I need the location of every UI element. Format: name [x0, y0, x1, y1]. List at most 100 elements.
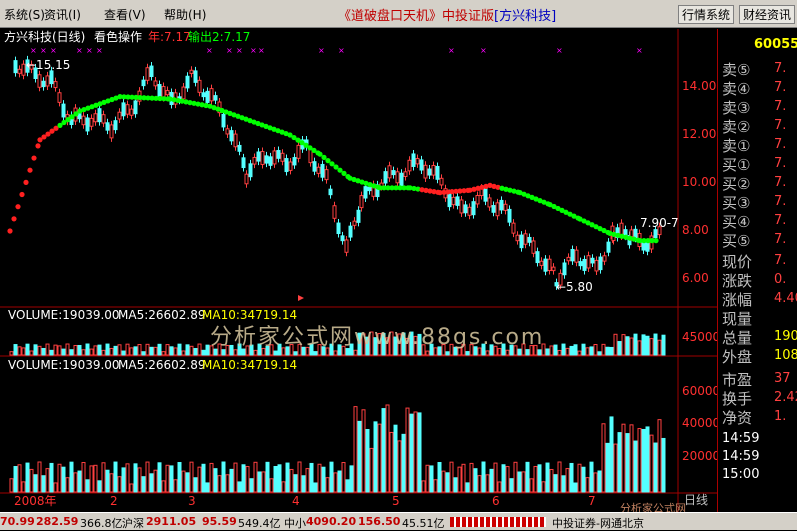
volume-bar — [465, 482, 470, 493]
ma-dot — [653, 238, 659, 244]
vol2-ma10: MA10:34719.14 — [202, 358, 297, 372]
volume-bar — [181, 470, 186, 493]
quote-label: 涨跌 — [722, 272, 753, 290]
menu-news[interactable]: 资讯(I) — [44, 6, 81, 23]
volume-bar — [577, 463, 582, 493]
volume-bar — [17, 346, 22, 356]
quote-label: 买② — [722, 175, 751, 193]
volume-bar — [89, 348, 94, 356]
candle-body — [415, 158, 420, 165]
volume-bar — [153, 469, 158, 493]
candle-body — [145, 67, 150, 81]
candle-body — [348, 225, 353, 238]
volume-bar — [561, 475, 566, 493]
candle-body — [475, 195, 480, 205]
volume-bar — [485, 350, 490, 356]
volume-bar — [309, 462, 314, 493]
candle-body — [209, 88, 214, 102]
volume-bar — [633, 440, 638, 493]
volume-bar — [25, 343, 30, 356]
candle-body — [205, 90, 210, 103]
quote-label: 卖④ — [722, 80, 751, 98]
volume-bar — [457, 466, 462, 493]
signal-marker: × — [206, 46, 213, 55]
index-a-amount: 366.8亿 — [80, 517, 123, 530]
signal-marker: × — [556, 46, 563, 55]
x-label: 3 — [188, 494, 196, 508]
menu-view[interactable]: 查看(V) — [104, 6, 146, 23]
candle-body — [606, 241, 611, 253]
candle-body — [241, 157, 246, 169]
volume-bar — [433, 479, 438, 493]
signal-marker: × — [40, 46, 47, 55]
kline-chart[interactable]: × × × × × × × × × × × × × × × × × 方兴科技(日线) 看色操作 年:7.17 输… — [0, 29, 782, 515]
vol1-ma5: MA5:26602.89 — [118, 308, 206, 322]
ma-dot — [27, 167, 33, 173]
volume-bar — [553, 344, 558, 356]
volume-bar — [581, 343, 586, 356]
candle-body — [435, 165, 440, 180]
menu-system[interactable]: 系统(S) — [4, 6, 45, 23]
volume-bar — [441, 470, 446, 493]
candle-body — [387, 165, 392, 179]
volume-bar — [469, 462, 474, 493]
candle-body — [395, 171, 400, 184]
volume-bar — [445, 351, 450, 356]
volume-bar — [109, 347, 114, 356]
finance-news-button[interactable]: 财经资讯 — [739, 5, 796, 24]
quote-value: 108 — [774, 348, 797, 363]
signal-marker: × — [318, 46, 325, 55]
volume-bar — [641, 428, 646, 493]
volume-bar — [213, 468, 218, 493]
index-hs-label: 沪深 — [122, 517, 144, 530]
volume-bar — [389, 431, 394, 493]
menu-help[interactable]: 帮助(H) — [164, 6, 206, 23]
candle-body — [21, 63, 26, 76]
vol1-volume: VOLUME:19039.00 — [8, 308, 120, 322]
volume-bar — [277, 464, 282, 493]
volume-bar — [549, 468, 554, 493]
volume-bar — [41, 347, 46, 356]
candle-body — [340, 235, 345, 242]
volume-bar — [385, 404, 390, 493]
candle-body — [153, 80, 158, 87]
candle-body — [109, 124, 114, 139]
volume-bar — [149, 473, 154, 493]
volume-bar — [345, 479, 350, 493]
candle-body — [292, 157, 297, 166]
candle-body — [280, 152, 285, 162]
volume-bar — [229, 468, 234, 493]
volume-bar — [105, 469, 110, 493]
candle-body — [272, 150, 277, 165]
tab-daily[interactable]: 日线 — [684, 493, 708, 507]
ma-dot — [35, 143, 41, 149]
volume-bar — [629, 424, 634, 493]
volume-bar — [85, 479, 90, 493]
volume-bar — [557, 461, 562, 493]
volume-bar — [365, 429, 370, 493]
volume-bar — [585, 347, 590, 356]
candle-body — [296, 144, 301, 159]
volume-bar — [593, 344, 598, 356]
volume-bar — [465, 351, 470, 356]
candle-body — [248, 163, 253, 178]
candle-body — [455, 196, 460, 206]
quote-value: 2.42 — [774, 390, 797, 405]
quote-label: 卖② — [722, 118, 751, 136]
quote-label: 卖① — [722, 137, 751, 155]
volume-bar — [565, 468, 570, 493]
volume-bar — [525, 349, 530, 356]
volume-bar — [569, 345, 574, 356]
candle-body — [312, 161, 317, 172]
volume-bar — [605, 346, 610, 356]
signal-marker: × — [338, 46, 345, 55]
volume-bar — [329, 461, 334, 493]
kline-chart-area[interactable]: × × × × × × × × × × × × × × × × × 方兴科技(日线) 看色操作 年:7.17 输… — [0, 29, 782, 515]
volume-bar — [573, 482, 578, 493]
volume-bar — [149, 346, 154, 356]
volume-bar — [37, 345, 42, 356]
quote-label: 净资 — [722, 409, 753, 427]
volume-bar — [73, 472, 78, 493]
quote-system-button[interactable]: 行情系统 — [678, 5, 735, 24]
candle-body — [515, 234, 520, 242]
